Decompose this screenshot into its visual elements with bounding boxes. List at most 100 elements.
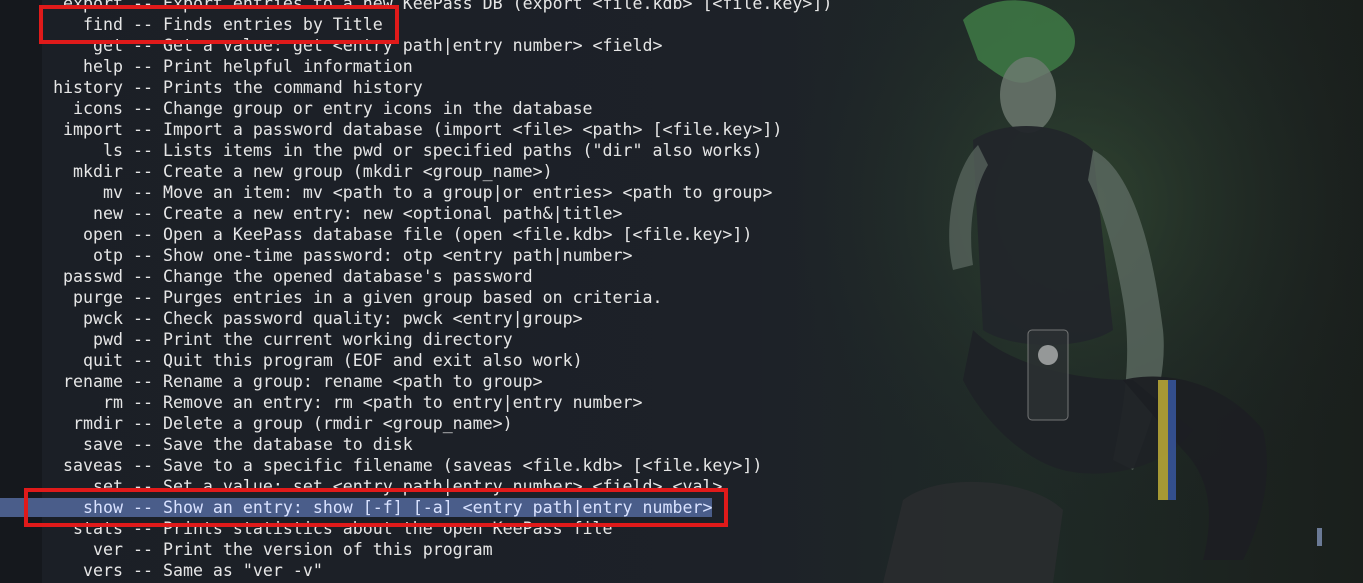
help-line-pwd: pwd -- Print the current working directo… bbox=[0, 329, 832, 350]
help-line-vers: vers -- Same as "ver -v" bbox=[0, 560, 832, 581]
command-name: otp bbox=[93, 246, 123, 265]
command-separator: -- bbox=[123, 309, 163, 328]
help-line-content: ls -- Lists items in the pwd or specifie… bbox=[0, 141, 762, 160]
command-separator: -- bbox=[123, 330, 163, 349]
command-description: Create a new group (mkdir <group_name>) bbox=[162, 162, 553, 181]
command-separator: -- bbox=[123, 162, 163, 181]
command-separator: -- bbox=[123, 267, 163, 286]
command-name: help bbox=[83, 57, 123, 76]
command-separator: -- bbox=[123, 99, 163, 118]
command-name: ls bbox=[103, 141, 123, 160]
help-line-content: history -- Prints the command history bbox=[0, 78, 423, 97]
command-description: Check password quality: pwck <entry|grou… bbox=[162, 309, 583, 328]
help-line-content: rename -- Rename a group: rename <path t… bbox=[0, 372, 543, 391]
help-line-content: new -- Create a new entry: new <optional… bbox=[0, 204, 623, 223]
help-line-passwd: passwd -- Change the opened database's p… bbox=[0, 266, 832, 287]
command-description: Change the opened database's password bbox=[162, 267, 533, 286]
command-name: quit bbox=[83, 351, 123, 370]
command-name: vers bbox=[83, 561, 123, 580]
help-line-rmdir: rmdir -- Delete a group (rmdir <group_na… bbox=[0, 413, 832, 434]
command-description: Save the database to disk bbox=[162, 435, 413, 454]
command-separator: -- bbox=[123, 372, 163, 391]
help-line-rm: rm -- Remove an entry: rm <path to entry… bbox=[0, 392, 832, 413]
command-description: Lists items in the pwd or specified path… bbox=[162, 141, 763, 160]
command-description: Purges entries in a given group based on… bbox=[162, 288, 663, 307]
help-line-content: pwd -- Print the current working directo… bbox=[0, 330, 513, 349]
command-separator: -- bbox=[123, 540, 163, 559]
help-line-content: help -- Print helpful information bbox=[0, 57, 413, 76]
command-separator: -- bbox=[123, 183, 163, 202]
command-description: Move an item: mv <path to a group|or ent… bbox=[162, 183, 773, 202]
command-separator: -- bbox=[123, 351, 163, 370]
command-description: Create a new entry: new <optional path&|… bbox=[162, 204, 623, 223]
command-description: Same as "ver -v" bbox=[162, 561, 323, 580]
command-name: history bbox=[53, 78, 123, 97]
command-name: mkdir bbox=[73, 162, 123, 181]
help-line-ver: ver -- Print the version of this program bbox=[0, 539, 832, 560]
help-line-new: new -- Create a new entry: new <optional… bbox=[0, 203, 832, 224]
command-description: Print the version of this program bbox=[162, 540, 493, 559]
help-line-content: otp -- Show one-time password: otp <entr… bbox=[0, 246, 633, 265]
command-name: ver bbox=[93, 540, 123, 559]
command-name: rmdir bbox=[73, 414, 123, 433]
terminal-cursor bbox=[1317, 528, 1322, 546]
command-name: purge bbox=[73, 288, 123, 307]
terminal-window[interactable]: export -- Export entries to a new KeePas… bbox=[0, 0, 1363, 583]
help-line-content: mv -- Move an item: mv <path to a group|… bbox=[0, 183, 772, 202]
help-line-content: import -- Import a password database (im… bbox=[0, 120, 782, 139]
command-description: Rename a group: rename <path to group> bbox=[162, 372, 543, 391]
command-name: pwck bbox=[83, 309, 123, 328]
help-line-content: mkdir -- Create a new group (mkdir <grou… bbox=[0, 162, 553, 181]
command-description: Delete a group (rmdir <group_name>) bbox=[162, 414, 513, 433]
command-description: Print the current working directory bbox=[162, 330, 513, 349]
command-name: open bbox=[83, 225, 123, 244]
command-description: Print helpful information bbox=[162, 57, 413, 76]
command-separator: -- bbox=[123, 435, 163, 454]
help-line-saveas: saveas -- Save to a specific filename (s… bbox=[0, 455, 832, 476]
command-separator: -- bbox=[123, 246, 163, 265]
command-separator: -- bbox=[123, 120, 163, 139]
command-description: Show one-time password: otp <entry path|… bbox=[162, 246, 633, 265]
command-name: new bbox=[93, 204, 123, 223]
help-line-content: save -- Save the database to disk bbox=[0, 435, 413, 454]
command-separator: -- bbox=[123, 78, 163, 97]
command-separator: -- bbox=[123, 561, 163, 580]
command-description: Quit this program (EOF and exit also wor… bbox=[162, 351, 583, 370]
wallpaper-art-image bbox=[803, 0, 1363, 583]
help-line-content: ver -- Print the version of this program bbox=[0, 540, 493, 559]
help-line-content: rm -- Remove an entry: rm <path to entry… bbox=[0, 393, 643, 412]
command-description: Prints the command history bbox=[162, 78, 423, 97]
command-name: save bbox=[83, 435, 123, 454]
help-line-save: save -- Save the database to disk bbox=[0, 434, 832, 455]
help-line-content: purge -- Purges entries in a given group… bbox=[0, 288, 662, 307]
command-name: passwd bbox=[63, 267, 123, 286]
help-line-help: help -- Print helpful information bbox=[0, 56, 832, 77]
command-separator: -- bbox=[123, 288, 163, 307]
command-separator: -- bbox=[123, 204, 163, 223]
command-description: Import a password database (import <file… bbox=[162, 120, 783, 139]
command-description: Remove an entry: rm <path to entry|entry… bbox=[162, 393, 643, 412]
help-line-icons: icons -- Change group or entry icons in … bbox=[0, 98, 832, 119]
command-separator: -- bbox=[123, 414, 163, 433]
help-line-content: icons -- Change group or entry icons in … bbox=[0, 99, 593, 118]
command-name: import bbox=[63, 120, 123, 139]
command-separator: -- bbox=[123, 456, 163, 475]
command-description: Change group or entry icons in the datab… bbox=[162, 99, 593, 118]
help-line-rename: rename -- Rename a group: rename <path t… bbox=[0, 371, 832, 392]
command-name: icons bbox=[73, 99, 123, 118]
help-line-otp: otp -- Show one-time password: otp <entr… bbox=[0, 245, 832, 266]
help-line-quit: quit -- Quit this program (EOF and exit … bbox=[0, 350, 832, 371]
command-separator: -- bbox=[123, 393, 163, 412]
highlight-box-find bbox=[39, 5, 399, 44]
help-line-content: pwck -- Check password quality: pwck <en… bbox=[0, 309, 583, 328]
help-line-mv: mv -- Move an item: mv <path to a group|… bbox=[0, 182, 832, 203]
command-separator: -- bbox=[123, 225, 163, 244]
command-description: Open a KeePass database file (open <file… bbox=[162, 225, 753, 244]
help-line-content: vers -- Same as "ver -v" bbox=[0, 561, 323, 580]
command-name: rename bbox=[63, 372, 123, 391]
highlight-box-show bbox=[24, 488, 729, 527]
help-line-ls: ls -- Lists items in the pwd or specifie… bbox=[0, 140, 832, 161]
help-line-content: passwd -- Change the opened database's p… bbox=[0, 267, 533, 286]
help-line-content: rmdir -- Delete a group (rmdir <group_na… bbox=[0, 414, 513, 433]
help-line-mkdir: mkdir -- Create a new group (mkdir <grou… bbox=[0, 161, 832, 182]
